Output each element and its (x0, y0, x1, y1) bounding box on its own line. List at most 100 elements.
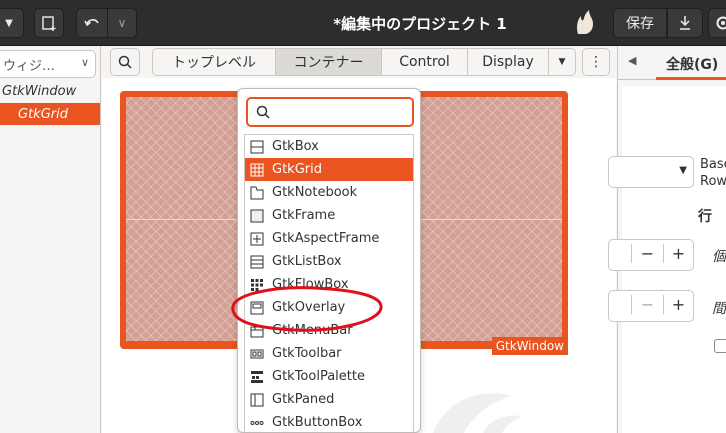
save-label: 保存 (626, 16, 654, 32)
row-label: Row (700, 174, 726, 189)
save-as-button[interactable] (667, 8, 703, 38)
triangle-down-icon: ▼ (679, 165, 687, 176)
more-tabs-dropdown[interactable]: ▼ (548, 48, 576, 76)
search-icon (118, 55, 132, 69)
list-item-gtktoolpalette[interactable]: GtkToolPalette (245, 365, 413, 388)
list-item-gtknotebook[interactable]: GtkNotebook (245, 181, 413, 204)
list-item-gtkbox[interactable]: GtkBox (245, 135, 413, 158)
chevron-down-icon: ∨ (117, 16, 127, 30)
list-item-label: GtkToolPalette (272, 369, 365, 384)
overlay-icon (249, 300, 265, 316)
minus-icon[interactable]: − (631, 295, 663, 314)
active-tab-underline (656, 77, 726, 80)
tab-label: Display (482, 54, 534, 70)
properties-tab-bar: ◀ 全般(G) (618, 46, 726, 80)
triangle-down-icon: ▼ (558, 57, 566, 67)
tab-display[interactable]: Display (467, 48, 549, 76)
list-item-gtkaspectframe[interactable]: GtkAspectFrame (245, 227, 413, 250)
save-button[interactable]: 保存 (613, 8, 667, 38)
list-item-label: GtkFlowBox (272, 277, 349, 292)
widget-combo-label: ウィジ… (3, 58, 56, 74)
widget-combo[interactable]: ウィジ… ∨ (0, 50, 96, 78)
list-box-icon (249, 254, 265, 270)
tree-item-gtkgrid[interactable]: GtkGrid (0, 103, 100, 125)
chevron-down-icon: ∨ (80, 56, 89, 69)
list-item-gtkflowbox[interactable]: GtkFlowBox (245, 273, 413, 296)
list-item-gtkgrid[interactable]: GtkGrid (245, 158, 413, 181)
box-icon (249, 139, 265, 155)
glade-window: ▼ ∨ *編集中のプロジェクト 1 保存 ウィジ… ∨ GtkWindow Gt… (0, 0, 726, 433)
tab-label: コンテナー (293, 55, 364, 71)
list-item-gtktoolbar[interactable]: GtkToolbar (245, 342, 413, 365)
search-widgets-button[interactable] (110, 48, 140, 76)
tool-palette-icon (249, 369, 265, 385)
list-item-label: GtkButtonBox (272, 415, 363, 430)
tab-general[interactable]: 全般(G) (666, 54, 718, 74)
spacing-label: 間 (712, 301, 726, 317)
grid-icon (249, 162, 265, 178)
properties-panel: ◀ 全般(G) ▼ Base Row 行 − + 個 − + 間 (608, 46, 726, 433)
base-row-combo[interactable]: ▼ (608, 156, 694, 188)
glade-logo-icon (574, 8, 596, 36)
menu-dropdown-button[interactable]: ▼ (0, 8, 24, 38)
redo-button[interactable]: ∨ (107, 8, 137, 38)
spacing-spin-field[interactable]: − + (608, 290, 694, 322)
undo-icon (84, 19, 99, 27)
frame-icon (249, 208, 265, 224)
base-label: Base (700, 157, 726, 172)
row-section-label: 行 (698, 209, 712, 225)
notebook-icon (249, 185, 265, 201)
list-item-label: GtkNotebook (272, 185, 358, 200)
list-item-label: GtkGrid (272, 162, 322, 177)
tree-item-gtkwindow[interactable]: GtkWindow (0, 80, 100, 102)
list-item-gtkmenubar[interactable]: GtkMenuBar (245, 319, 413, 342)
header-bar: ▼ ∨ *編集中のプロジェクト 1 保存 (0, 0, 726, 46)
search-icon (256, 105, 270, 119)
chevron-down-icon: ▼ (5, 17, 13, 29)
watermark-logo-icon (433, 393, 522, 433)
undo-button[interactable] (76, 8, 108, 38)
tab-containers[interactable]: コンテナー (275, 48, 382, 76)
list-item-gtkoverlay[interactable]: GtkOverlay (245, 296, 413, 319)
tree-item-label: GtkWindow (2, 83, 77, 99)
row-spin-field[interactable]: − + (608, 239, 694, 271)
tab-control[interactable]: Control (381, 48, 468, 76)
toolbar-icon (249, 346, 265, 362)
list-item-label: GtkBox (272, 139, 319, 154)
settings-button[interactable] (708, 8, 726, 38)
list-item-label: GtkListBox (272, 254, 342, 269)
tree-item-label: GtkGrid (18, 106, 68, 122)
tab-toplevel[interactable]: トップレベル (152, 48, 276, 76)
container-list: GtkBox GtkGrid GtkNotebook GtkFrame GtkA… (244, 134, 414, 432)
tab-label: トップレベル (172, 55, 256, 71)
plus-icon[interactable]: + (663, 244, 693, 263)
scroll-left-icon[interactable]: ◀ (628, 54, 636, 67)
minus-icon[interactable]: − (631, 244, 663, 263)
list-item-gtkpaned[interactable]: GtkPaned (245, 388, 413, 411)
new-project-button[interactable] (34, 8, 64, 38)
flow-box-icon (249, 277, 265, 293)
button-box-icon (249, 415, 265, 431)
gear-icon (716, 16, 726, 30)
aspect-frame-icon (249, 231, 265, 247)
window-title: *編集中のプロジェクト 1 (333, 15, 507, 33)
tab-label: Control (399, 54, 450, 70)
option-checkbox[interactable] (714, 339, 726, 353)
list-item-label: GtkToolbar (272, 346, 342, 361)
list-item-label: GtkPaned (272, 392, 335, 407)
more-vertical-icon: ⋮ (589, 54, 603, 70)
menu-button[interactable]: ⋮ (582, 48, 610, 76)
menu-bar-icon (249, 323, 265, 339)
list-item-gtklistbox[interactable]: GtkListBox (245, 250, 413, 273)
download-icon (680, 16, 690, 30)
plus-icon[interactable]: + (663, 295, 693, 314)
widget-search-input[interactable] (246, 97, 414, 127)
widget-palette-panel: ウィジ… ∨ GtkWindow GtkGrid (0, 46, 101, 433)
list-item-gtkbuttonbox[interactable]: GtkButtonBox (245, 411, 413, 432)
new-document-icon (42, 16, 56, 31)
list-item-label: GtkFrame (272, 208, 336, 223)
list-item-label: GtkMenuBar (272, 323, 353, 338)
list-item-gtkframe[interactable]: GtkFrame (245, 204, 413, 227)
paned-icon (249, 392, 265, 408)
list-item-label: GtkAspectFrame (272, 231, 380, 246)
